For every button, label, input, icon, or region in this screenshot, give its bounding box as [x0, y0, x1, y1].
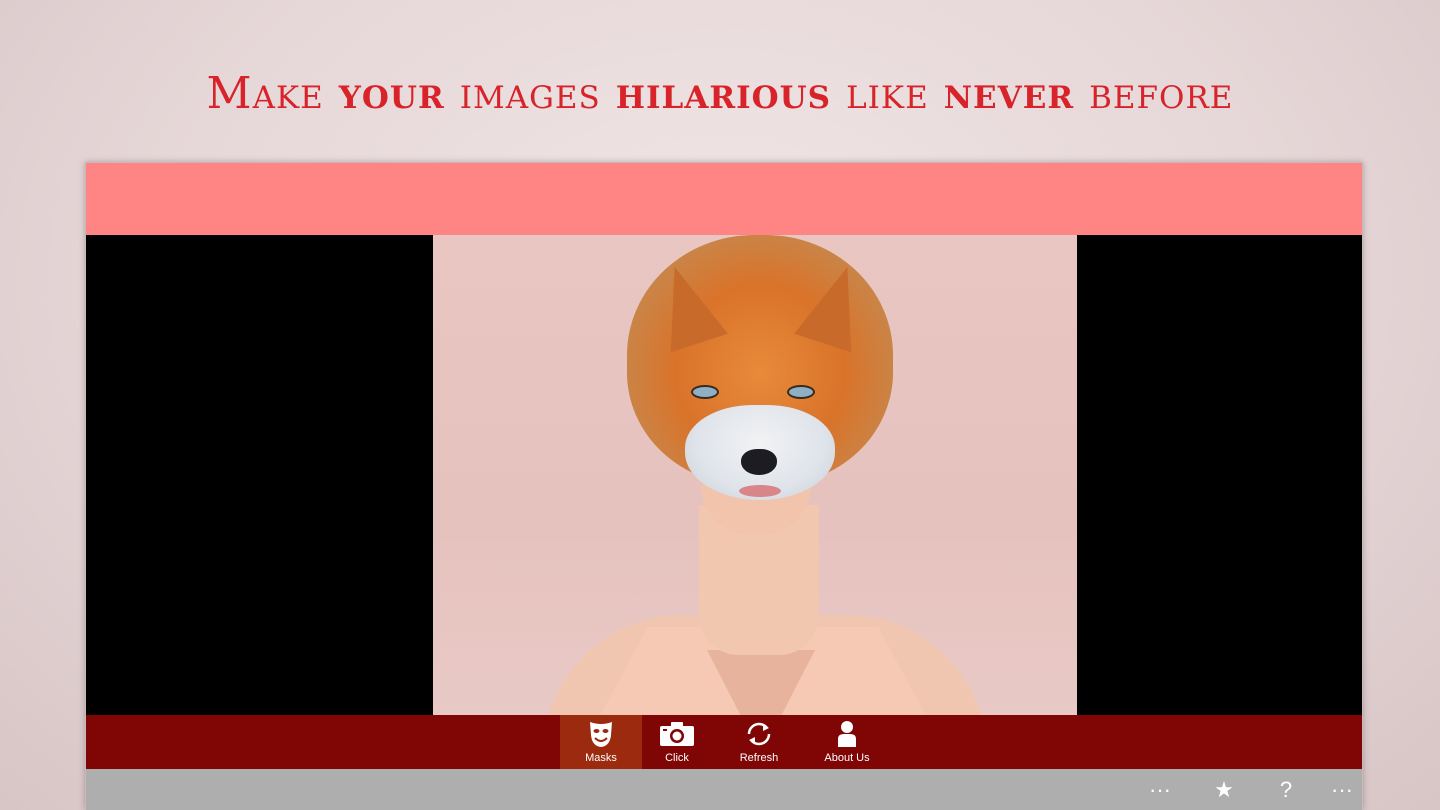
camera-icon — [636, 715, 718, 751]
photo-lips — [739, 485, 781, 497]
refresh-label: Refresh — [739, 752, 779, 764]
fox-mask[interactable] — [627, 235, 893, 505]
fox-nose — [741, 449, 777, 475]
headline-word: your — [338, 68, 445, 119]
app-window: Masks Click Refresh About Us ··· ★ ? ··· — [85, 162, 1363, 810]
headline-word: hilarious — [615, 68, 832, 119]
fox-eye-right — [787, 385, 815, 399]
app-header-bar — [86, 163, 1362, 235]
headline-word: before — [1089, 68, 1234, 119]
bottom-toolbar: Masks Click Refresh About Us — [86, 715, 1362, 769]
fox-eye-left — [691, 385, 719, 399]
headline-word: never — [943, 68, 1075, 119]
about-us-label: About Us — [824, 752, 870, 764]
theater-mask-icon — [560, 715, 642, 751]
more-options-left[interactable]: ··· — [1140, 775, 1180, 805]
headline-word: Make — [206, 68, 324, 119]
about-us-button[interactable]: About Us — [806, 715, 888, 769]
help-button[interactable]: ? — [1266, 775, 1306, 805]
click-button[interactable]: Click — [636, 715, 718, 769]
system-app-bar: ··· ★ ? ··· — [86, 769, 1362, 810]
refresh-icon — [718, 715, 800, 751]
headline-word: like — [846, 68, 929, 119]
promo-headline: Make your images hilarious like never be… — [0, 68, 1440, 128]
headline-word: images — [459, 68, 601, 119]
refresh-button[interactable]: Refresh — [718, 715, 800, 769]
more-options-right[interactable]: ··· — [1322, 775, 1362, 805]
click-label: Click — [665, 752, 689, 764]
masks-button[interactable]: Masks — [560, 715, 642, 769]
photo-canvas — [86, 235, 1362, 715]
person-icon — [806, 715, 888, 751]
masks-label: Masks — [585, 752, 617, 764]
star-rate-button[interactable]: ★ — [1204, 775, 1244, 805]
edited-photo[interactable] — [433, 235, 1077, 715]
